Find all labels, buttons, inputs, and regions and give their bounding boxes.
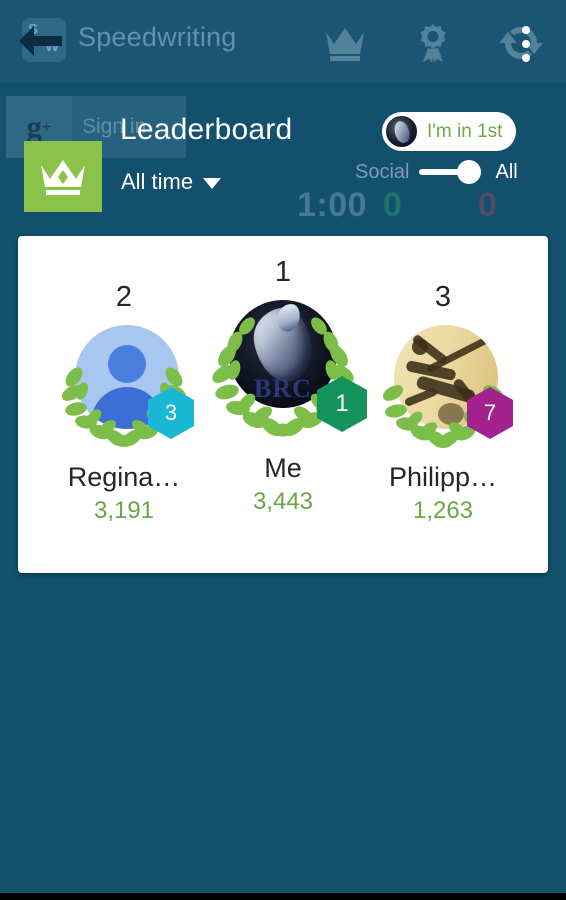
my-rank-chip[interactable]: I'm in 1st — [382, 112, 517, 151]
app-title: Speedwriting — [78, 22, 237, 52]
game-score-correct: 0 — [383, 186, 402, 224]
leaderboard-screen: S W Speedwriting — [0, 0, 566, 900]
avatar-with-wreath[interactable]: 3 — [58, 321, 194, 453]
time-range-label: All time — [121, 169, 194, 194]
game-timer: 1:00 — [297, 186, 368, 224]
rank-number: 3 — [434, 281, 452, 313]
podium-place-2[interactable]: 2 3 Regina… 3,191 — [36, 283, 212, 525]
podium-place-3[interactable]: 3 7 Philipp… 1,263 — [355, 283, 531, 525]
player-score: 3,191 — [93, 497, 155, 524]
level-number: 3 — [164, 400, 178, 425]
overflow-dot — [522, 54, 530, 62]
overflow-dot — [522, 26, 530, 34]
award-ribbon-icon[interactable] — [410, 22, 456, 64]
filter-option-all[interactable]: All — [495, 161, 517, 184]
chevron-down-icon — [203, 178, 222, 189]
filter-toggle-switch[interactable] — [419, 160, 485, 184]
time-range-dropdown[interactable]: All time — [121, 169, 222, 195]
back-arrow-icon[interactable] — [16, 24, 66, 58]
bottom-system-bar — [0, 893, 566, 900]
level-badge: 7 — [467, 387, 513, 439]
player-score: 3,443 — [252, 488, 314, 515]
podium-place-1[interactable]: 1 BRC 1 Me 3,443 — [195, 258, 371, 516]
filter-option-social[interactable]: Social — [355, 161, 409, 184]
game-score-wrong: 0 — [478, 186, 497, 224]
player-name: Philipp… — [388, 462, 498, 492]
level-number: 1 — [335, 390, 349, 417]
avatar-with-wreath[interactable]: 7 — [377, 321, 513, 453]
rank-number: 2 — [115, 281, 133, 313]
player-name: Me — [264, 453, 302, 483]
podium-card: 2 3 Regina… 3,191 1 BRC 1 Me 3,443 3 7 P… — [18, 236, 548, 573]
gplus-letter: g — [26, 109, 42, 144]
rank-number: 1 — [274, 256, 292, 288]
avatar-with-wreath[interactable]: BRC 1 — [209, 296, 367, 444]
gplus-plus: + — [41, 117, 52, 136]
social-all-filter[interactable]: Social All — [355, 160, 518, 184]
toggle-knob[interactable] — [457, 160, 482, 184]
page-title: Leaderboard — [120, 113, 293, 146]
crown-icon[interactable] — [322, 22, 368, 64]
leaderboard-crown-badge — [24, 141, 102, 212]
crown-icon — [41, 159, 85, 195]
avatar — [385, 115, 418, 148]
my-rank-label: I'm in 1st — [427, 120, 503, 142]
level-badge: 3 — [148, 387, 194, 439]
player-score: 1,263 — [412, 497, 474, 524]
overflow-menu-icon[interactable] — [521, 26, 531, 62]
player-name: Regina… — [67, 462, 181, 492]
overflow-dot — [522, 40, 530, 48]
level-number: 7 — [483, 400, 497, 425]
